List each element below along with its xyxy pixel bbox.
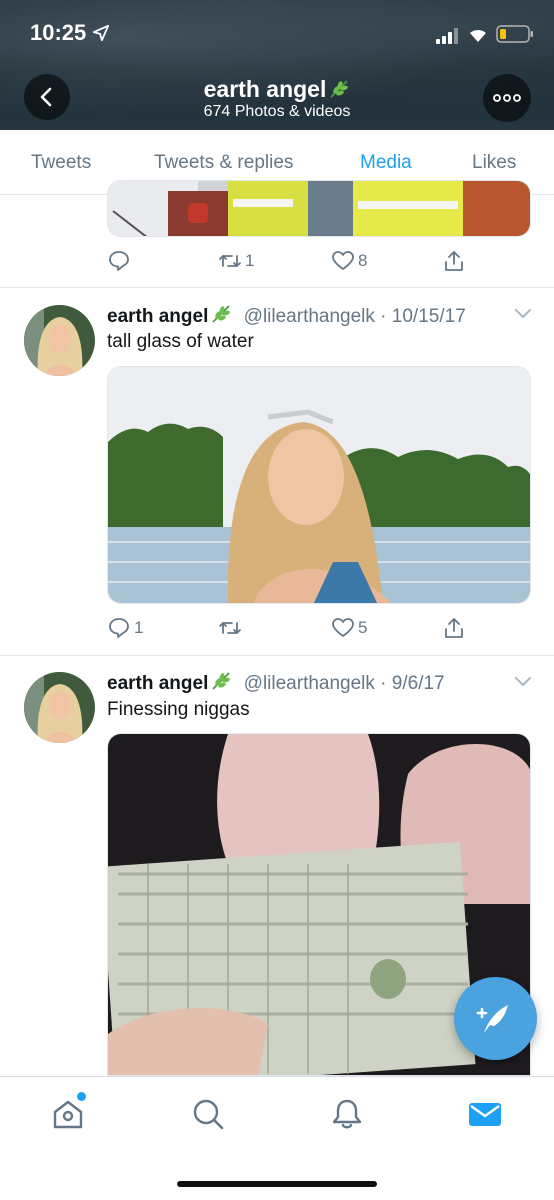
tweet-media-image[interactable]: [107, 366, 531, 604]
wifi-icon: [470, 29, 486, 42]
author-handle[interactable]: @lilearthangelk: [244, 306, 375, 327]
workers-photo: [108, 181, 530, 236]
reply-button[interactable]: [107, 246, 134, 276]
tweet-actions: 1 8: [0, 246, 554, 276]
reply-icon: [109, 251, 129, 271]
author-name[interactable]: earth angel: [107, 306, 208, 327]
chevron-down-icon[interactable]: [514, 308, 532, 320]
meta-separator: ·: [374, 673, 392, 694]
tweet-divider: [0, 655, 554, 656]
more-options-button[interactable]: [483, 74, 531, 122]
tweet-text: tall glass of water: [107, 331, 254, 352]
compose-icon: [476, 1004, 508, 1033]
compose-tweet-button[interactable]: [454, 977, 537, 1060]
heart-icon: [332, 618, 354, 637]
battery-icon: [496, 25, 533, 43]
profile-header: 10:25 earth angel 674 Photos & videos: [0, 0, 554, 130]
avatar-image: [24, 672, 95, 743]
avatar-image: [24, 305, 95, 376]
reply-button[interactable]: 1: [107, 613, 143, 643]
cellular-signal-icon: [436, 28, 458, 44]
retweet-button[interactable]: 1: [218, 246, 254, 276]
tweet-actions: 1 5: [0, 613, 554, 643]
notifications-icon[interactable]: [330, 1097, 364, 1131]
retweet-count: 1: [245, 251, 255, 270]
like-button[interactable]: 5: [331, 613, 367, 643]
avatar[interactable]: [24, 672, 95, 743]
search-icon[interactable]: [191, 1097, 225, 1131]
like-count: 8: [358, 251, 368, 270]
chevron-down-icon[interactable]: [514, 676, 532, 688]
herb-emoji-icon: [212, 672, 231, 690]
heart-icon: [332, 251, 354, 270]
tweet-text: Finessing niggas: [107, 699, 250, 720]
retweet-button[interactable]: [218, 613, 245, 643]
tweet-header: earth angel @lilearthangelk · 9/6/17: [107, 670, 445, 695]
new-content-dot: [77, 1092, 86, 1101]
home-icon[interactable]: [51, 1097, 85, 1131]
author-handle[interactable]: @lilearthangelk: [244, 673, 375, 694]
profile-name-text: earth angel: [203, 76, 327, 102]
share-button[interactable]: [442, 246, 466, 276]
lake-photo: [108, 367, 530, 603]
more-icon: [493, 94, 521, 102]
share-icon: [445, 618, 463, 638]
status-time: 10:25: [30, 20, 87, 45]
home-indicator: [177, 1181, 377, 1187]
like-button[interactable]: 8: [331, 246, 367, 276]
meta-separator: ·: [374, 306, 392, 327]
tweet-date[interactable]: 9/6/17: [392, 673, 445, 694]
location-arrow-icon: [92, 24, 110, 42]
reply-icon: [109, 618, 129, 638]
tab-tweets[interactable]: Tweets: [31, 130, 91, 195]
retweet-icon: [219, 255, 241, 267]
share-button[interactable]: [442, 613, 466, 643]
media-count: 674 Photos & videos: [203, 103, 351, 120]
messages-icon[interactable]: [468, 1097, 502, 1131]
like-count: 5: [358, 618, 368, 637]
tweet-date[interactable]: 10/15/17: [392, 306, 466, 327]
herb-emoji-icon: [330, 80, 349, 98]
tweet-media-image[interactable]: [107, 180, 531, 237]
profile-name: earth angel: [0, 76, 554, 103]
author-name[interactable]: earth angel: [107, 673, 208, 694]
avatar[interactable]: [24, 305, 95, 376]
reply-count: 1: [134, 618, 144, 637]
tweet-divider: [0, 287, 554, 288]
herb-emoji-icon: [212, 305, 231, 323]
retweet-icon: [219, 622, 241, 634]
tweet-header: earth angel @lilearthangelk · 10/15/17: [107, 303, 466, 328]
share-icon: [445, 251, 463, 271]
